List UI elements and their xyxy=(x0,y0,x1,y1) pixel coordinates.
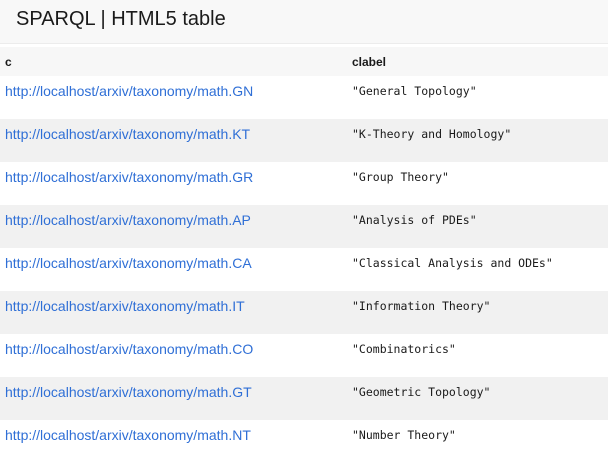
label-literal: "Geometric Topology" xyxy=(352,385,491,399)
label-literal: "Classical Analysis and ODEs" xyxy=(352,256,553,270)
table-row: http://localhost/arxiv/taxonomy/math.CA … xyxy=(0,248,608,291)
cell-c: http://localhost/arxiv/taxonomy/math.IT xyxy=(0,291,346,334)
cell-c: http://localhost/arxiv/taxonomy/math.KT xyxy=(0,119,346,162)
resource-link[interactable]: http://localhost/arxiv/taxonomy/math.AP xyxy=(5,212,251,228)
cell-clabel: "Information Theory" xyxy=(346,291,608,334)
cell-clabel: "General Topology" xyxy=(346,76,608,119)
cell-c: http://localhost/arxiv/taxonomy/math.NT xyxy=(0,420,346,463)
resource-link[interactable]: http://localhost/arxiv/taxonomy/math.NT xyxy=(5,427,251,443)
page-title: SPARQL | HTML5 table xyxy=(16,8,226,30)
cell-c: http://localhost/arxiv/taxonomy/math.GR xyxy=(0,162,346,205)
table-row: http://localhost/arxiv/taxonomy/math.GR … xyxy=(0,162,608,205)
label-literal: "Number Theory" xyxy=(352,428,456,442)
resource-link[interactable]: http://localhost/arxiv/taxonomy/math.CA xyxy=(5,255,252,271)
resource-link[interactable]: http://localhost/arxiv/taxonomy/math.KT xyxy=(5,126,250,142)
resource-link[interactable]: http://localhost/arxiv/taxonomy/math.GR xyxy=(5,169,253,185)
cell-c: http://localhost/arxiv/taxonomy/math.GT xyxy=(0,377,346,420)
label-literal: "Analysis of PDEs" xyxy=(352,213,477,227)
column-header-clabel[interactable]: clabel xyxy=(346,47,608,76)
resource-link[interactable]: http://localhost/arxiv/taxonomy/math.GT xyxy=(5,384,252,400)
cell-c: http://localhost/arxiv/taxonomy/math.GN xyxy=(0,76,346,119)
cell-clabel: "Group Theory" xyxy=(346,162,608,205)
table-row: http://localhost/arxiv/taxonomy/math.GN … xyxy=(0,76,608,119)
cell-clabel: "K-Theory and Homology" xyxy=(346,119,608,162)
sparql-results-page: SPARQL | HTML5 table c clabel http://loc… xyxy=(0,0,608,463)
table-row: http://localhost/arxiv/taxonomy/math.NT … xyxy=(0,420,608,463)
cell-clabel: "Combinatorics" xyxy=(346,334,608,377)
column-header-c[interactable]: c xyxy=(0,47,346,76)
cell-clabel: "Analysis of PDEs" xyxy=(346,205,608,248)
table-row: http://localhost/arxiv/taxonomy/math.IT … xyxy=(0,291,608,334)
cell-c: http://localhost/arxiv/taxonomy/math.CO xyxy=(0,334,346,377)
cell-clabel: "Classical Analysis and ODEs" xyxy=(346,248,608,291)
cell-clabel: "Geometric Topology" xyxy=(346,377,608,420)
resource-link[interactable]: http://localhost/arxiv/taxonomy/math.CO xyxy=(5,341,253,357)
table-header: c clabel xyxy=(0,47,608,76)
label-literal: "Group Theory" xyxy=(352,170,449,184)
table-body: http://localhost/arxiv/taxonomy/math.GN … xyxy=(0,76,608,463)
results-table: c clabel http://localhost/arxiv/taxonomy… xyxy=(0,47,608,463)
cell-c: http://localhost/arxiv/taxonomy/math.AP xyxy=(0,205,346,248)
label-literal: "Combinatorics" xyxy=(352,342,456,356)
table-row: http://localhost/arxiv/taxonomy/math.GT … xyxy=(0,377,608,420)
label-literal: "General Topology" xyxy=(352,84,477,98)
header-row: c clabel xyxy=(0,47,608,76)
label-literal: "K-Theory and Homology" xyxy=(352,127,512,141)
cell-c: http://localhost/arxiv/taxonomy/math.CA xyxy=(0,248,346,291)
label-literal: "Information Theory" xyxy=(352,299,491,313)
resource-link[interactable]: http://localhost/arxiv/taxonomy/math.IT xyxy=(5,298,245,314)
table-row: http://localhost/arxiv/taxonomy/math.KT … xyxy=(0,119,608,162)
cell-clabel: "Number Theory" xyxy=(346,420,608,463)
title-bar: SPARQL | HTML5 table xyxy=(0,0,608,44)
table-row: http://localhost/arxiv/taxonomy/math.CO … xyxy=(0,334,608,377)
resource-link[interactable]: http://localhost/arxiv/taxonomy/math.GN xyxy=(5,83,253,99)
table-row: http://localhost/arxiv/taxonomy/math.AP … xyxy=(0,205,608,248)
